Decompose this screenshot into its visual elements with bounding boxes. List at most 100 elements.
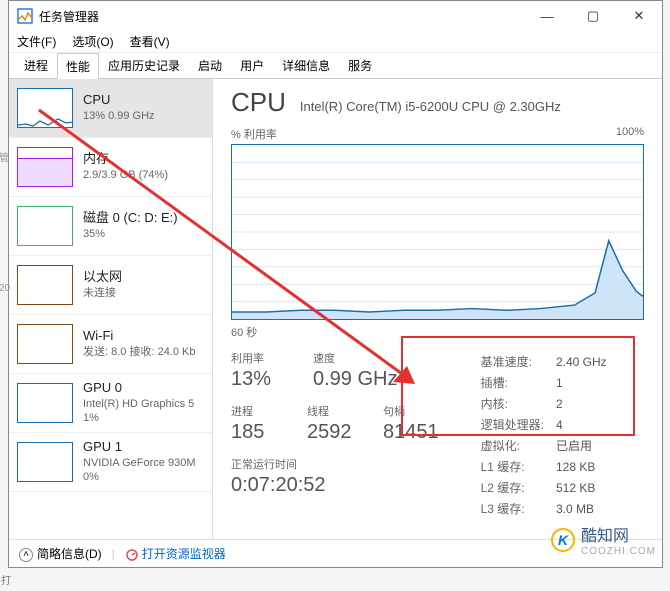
thumb-gpu-icon: [17, 383, 73, 423]
value-uptime: 0:07:20:52: [231, 474, 439, 497]
menu-view[interactable]: 查看(V): [130, 33, 170, 50]
task-manager-window: 管 20 打 任务管理器 — ▢ ✕ 文件(F) 选项(O) 查看(V) 进程 …: [8, 0, 663, 568]
thumb-gpu-icon: [17, 442, 73, 482]
sidebar-item-sub: 发送: 8.0 接收: 24.0 Kb: [83, 345, 196, 359]
sidebar-item-gpu[interactable]: GPU 0Intel(R) HD Graphics 51%: [9, 374, 212, 433]
sidebar-item-name: CPU: [83, 92, 155, 109]
value-threads: 2592: [307, 421, 365, 444]
sidebar-item-cpu[interactable]: CPU13% 0.99 GHz: [9, 79, 212, 138]
detail-label: L1 缓存:: [481, 457, 554, 476]
sidebar-item-sub: 1%: [83, 411, 194, 425]
sidebar-item-sub: 13% 0.99 GHz: [83, 109, 155, 123]
label-processes: 进程: [231, 403, 273, 419]
open-resource-monitor-link[interactable]: 打开资源监视器: [125, 545, 226, 562]
panel-subtitle: Intel(R) Core(TM) i5-6200U CPU @ 2.30GHz: [300, 99, 561, 114]
thumb-wifi-icon: [17, 324, 73, 364]
thumb-cpu-icon: [17, 88, 73, 128]
tab-apphistory[interactable]: 应用历史记录: [99, 52, 189, 78]
value-handles: 81451: [383, 421, 439, 444]
sidebar-item-name: 磁盘 0 (C: D: E:): [83, 210, 178, 227]
value-speed: 0.99 GHz: [313, 368, 397, 391]
sidebar-item-name: GPU 1: [83, 439, 196, 456]
label-utilization: 利用率: [231, 350, 279, 366]
detail-value: 2: [556, 394, 617, 413]
tabstrip: 进程 性能 应用历史记录 启动 用户 详细信息 服务: [9, 53, 662, 79]
bg-fragment: 打: [1, 572, 11, 587]
tab-services[interactable]: 服务: [339, 52, 381, 78]
detail-value: 2.40 GHz: [556, 352, 617, 371]
tab-startup[interactable]: 启动: [189, 52, 231, 78]
panel-title: CPU: [231, 87, 286, 118]
sidebar-item-sub: Intel(R) HD Graphics 5: [83, 397, 194, 411]
sidebar-item-sub: 35%: [83, 227, 178, 241]
fewer-details-toggle[interactable]: ˄简略信息(D): [19, 545, 102, 562]
titlebar: 任务管理器 — ▢ ✕: [9, 1, 662, 31]
menu-file[interactable]: 文件(F): [17, 33, 56, 50]
sidebar-item-wifi[interactable]: Wi-Fi发送: 8.0 接收: 24.0 Kb: [9, 315, 212, 374]
label-speed: 速度: [313, 350, 335, 366]
tab-processes[interactable]: 进程: [15, 52, 57, 78]
value-utilization: 13%: [231, 368, 289, 391]
close-button[interactable]: ✕: [616, 1, 662, 31]
window-title: 任务管理器: [39, 8, 99, 25]
watermark-logo-icon: K: [551, 528, 575, 552]
menubar: 文件(F) 选项(O) 查看(V): [9, 31, 662, 53]
sidebar-item-name: Wi-Fi: [83, 328, 196, 345]
detail-row: L3 缓存:3.0 MB: [481, 499, 617, 518]
utilization-graph: [231, 144, 644, 320]
graph-label-right: 100%: [616, 126, 644, 142]
tab-users[interactable]: 用户: [231, 52, 273, 78]
details-table: 基准速度:2.40 GHz插槽:1内核:2逻辑处理器:4虚拟化:已启用L1 缓存…: [479, 350, 619, 520]
stats-details: 基准速度:2.40 GHz插槽:1内核:2逻辑处理器:4虚拟化:已启用L1 缓存…: [479, 350, 619, 520]
bg-fragment: 20: [0, 283, 10, 294]
detail-row: 插槽:1: [481, 373, 617, 392]
tab-performance[interactable]: 性能: [57, 53, 99, 79]
detail-label: 基准速度:: [481, 352, 554, 371]
sidebar-item-gpu[interactable]: GPU 1NVIDIA GeForce 930M0%: [9, 433, 212, 492]
tab-details[interactable]: 详细信息: [273, 52, 339, 78]
graph-label-left: % 利用率: [231, 126, 277, 142]
sidebar-item-mem[interactable]: 内存2.9/3.9 GB (74%): [9, 138, 212, 197]
monitor-icon: [125, 548, 139, 562]
detail-value: 512 KB: [556, 478, 617, 497]
sidebar: CPU13% 0.99 GHz内存2.9/3.9 GB (74%)磁盘 0 (C…: [9, 79, 213, 539]
label-uptime: 正常运行时间: [231, 456, 439, 472]
watermark-domain: COOZHI.COM: [581, 546, 656, 557]
sidebar-item-net[interactable]: 以太网未连接: [9, 256, 212, 315]
sidebar-item-sub: 0%: [83, 470, 196, 484]
detail-label: L2 缓存:: [481, 478, 554, 497]
sidebar-item-name: 以太网: [83, 269, 122, 286]
minimize-button[interactable]: —: [524, 1, 570, 31]
detail-row: 基准速度:2.40 GHz: [481, 352, 617, 371]
detail-row: 虚拟化:已启用: [481, 436, 617, 455]
chevron-up-icon: ˄: [19, 548, 33, 562]
detail-label: 内核:: [481, 394, 554, 413]
detail-row: 逻辑处理器:4: [481, 415, 617, 434]
graph-x-axis: 60 秒: [231, 324, 644, 340]
value-processes: 185: [231, 421, 289, 444]
label-handles: 句柄: [383, 403, 405, 419]
main-panel: CPU Intel(R) Core(TM) i5-6200U CPU @ 2.3…: [213, 79, 662, 539]
detail-value: 4: [556, 415, 617, 434]
sidebar-item-name: GPU 0: [83, 380, 194, 397]
menu-options[interactable]: 选项(O): [72, 33, 113, 50]
sidebar-item-sub: 未连接: [83, 286, 122, 300]
thumb-net-icon: [17, 265, 73, 305]
detail-value: 128 KB: [556, 457, 617, 476]
detail-value: 1: [556, 373, 617, 392]
thumb-mem-icon: [17, 147, 73, 187]
app-icon: [17, 8, 33, 24]
detail-label: 逻辑处理器:: [481, 415, 554, 434]
watermark-brand: 酷知网: [581, 522, 656, 546]
maximize-button[interactable]: ▢: [570, 1, 616, 31]
sidebar-item-sub: 2.9/3.9 GB (74%): [83, 168, 168, 182]
detail-row: L1 缓存:128 KB: [481, 457, 617, 476]
label-threads: 线程: [307, 403, 349, 419]
sidebar-item-disk[interactable]: 磁盘 0 (C: D: E:)35%: [9, 197, 212, 256]
detail-value: 3.0 MB: [556, 499, 617, 518]
detail-label: L3 缓存:: [481, 499, 554, 518]
sidebar-item-sub: NVIDIA GeForce 930M: [83, 456, 196, 470]
detail-label: 插槽:: [481, 373, 554, 392]
sidebar-item-name: 内存: [83, 151, 168, 168]
detail-row: L2 缓存:512 KB: [481, 478, 617, 497]
